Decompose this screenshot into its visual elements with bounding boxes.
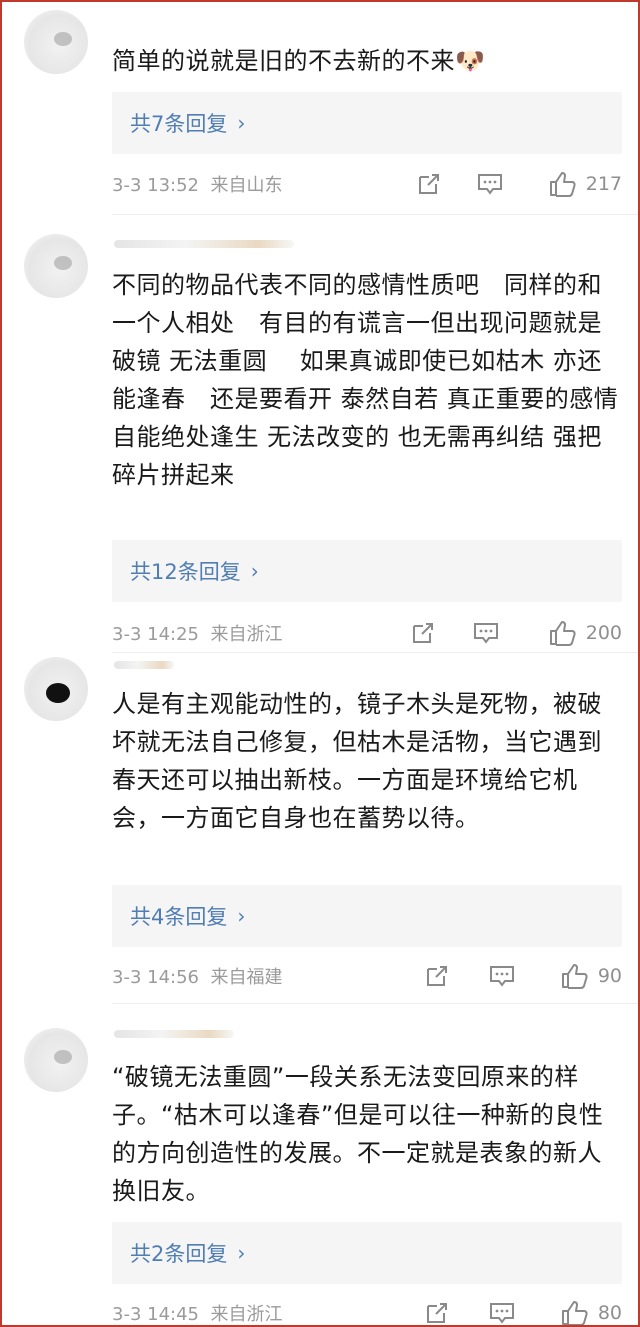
divider (112, 652, 638, 653)
comment-text: 人是有主观能动性的，镜子木头是死物，被破坏就无法自己修复，但枯木是活物，当它遇到… (112, 690, 602, 832)
like-button[interactable]: 217 (548, 170, 622, 198)
view-replies-button[interactable]: 共7条回复 › (112, 92, 622, 154)
comment-timestamp: 3-3 13:52 来自山东 (112, 175, 283, 196)
comment-meta: 3-3 14:45 来自浙江 80 (112, 1298, 622, 1325)
like-count: 217 (585, 173, 622, 195)
share-icon[interactable] (416, 171, 442, 197)
replies-count-label: 共4条回复 (130, 905, 228, 929)
comment-text: 简单的说就是旧的不去新的不来🐶 (112, 47, 486, 75)
share-icon[interactable] (424, 963, 450, 989)
divider (112, 214, 638, 215)
username[interactable] (114, 661, 174, 669)
thumbs-up-icon (561, 964, 588, 989)
like-button[interactable]: 80 (560, 1299, 622, 1325)
thumbs-up-icon (549, 621, 576, 646)
comment-icon[interactable] (472, 620, 500, 646)
thumbs-up-icon (549, 172, 576, 197)
comment-timestamp: 3-3 14:56 来自福建 (112, 967, 283, 988)
view-replies-button[interactable]: 共2条回复 › (112, 1222, 622, 1284)
chevron-right-icon: › (237, 904, 246, 928)
comment-text: “破镜无法重圆”一段关系无法变回原来的样子。“枯木可以逢春”但是可以往一种新的良… (112, 1063, 604, 1205)
share-icon[interactable] (410, 620, 436, 646)
comment-icon[interactable] (476, 171, 504, 197)
comment-meta: 3-3 13:52 来自山东 217 (112, 169, 622, 199)
chevron-right-icon: › (237, 111, 246, 135)
divider (112, 1003, 638, 1004)
comment-timestamp: 3-3 14:45 来自浙江 (112, 1304, 283, 1325)
share-icon[interactable] (424, 1300, 450, 1325)
view-replies-button[interactable]: 共4条回复 › (112, 885, 622, 947)
view-replies-button[interactable]: 共12条回复 › (112, 540, 622, 602)
username[interactable] (114, 240, 294, 248)
replies-count-label: 共12条回复 (130, 560, 241, 584)
comment-icon[interactable] (488, 1300, 516, 1325)
replies-count-label: 共7条回复 (130, 112, 228, 136)
replies-count-label: 共2条回复 (130, 1242, 228, 1266)
avatar[interactable] (24, 234, 88, 298)
comment-feed: 简单的说就是旧的不去新的不来🐶 共7条回复 › 3-3 13:52 来自山东 2… (0, 0, 640, 1327)
username[interactable] (114, 1030, 234, 1038)
avatar[interactable] (24, 657, 88, 721)
comment-icon[interactable] (488, 963, 516, 989)
like-count: 80 (597, 1302, 622, 1324)
avatar[interactable] (24, 10, 88, 74)
comment-timestamp: 3-3 14:25 来自浙江 (112, 624, 283, 645)
like-button[interactable]: 200 (548, 619, 622, 647)
comment-text: 不同的物品代表不同的感情性质吧 同样的和一个人相处 有目的有谎言一但出现问题就是… (112, 271, 619, 489)
like-button[interactable]: 90 (560, 962, 622, 990)
like-count: 90 (597, 965, 622, 987)
comment-meta: 3-3 14:25 来自浙江 200 (112, 618, 622, 648)
thumbs-up-icon (561, 1301, 588, 1325)
like-count: 200 (585, 622, 622, 644)
avatar[interactable] (24, 1028, 88, 1092)
chevron-right-icon: › (237, 1241, 246, 1265)
comment-meta: 3-3 14:56 来自福建 90 (112, 961, 622, 991)
chevron-right-icon: › (250, 559, 259, 583)
